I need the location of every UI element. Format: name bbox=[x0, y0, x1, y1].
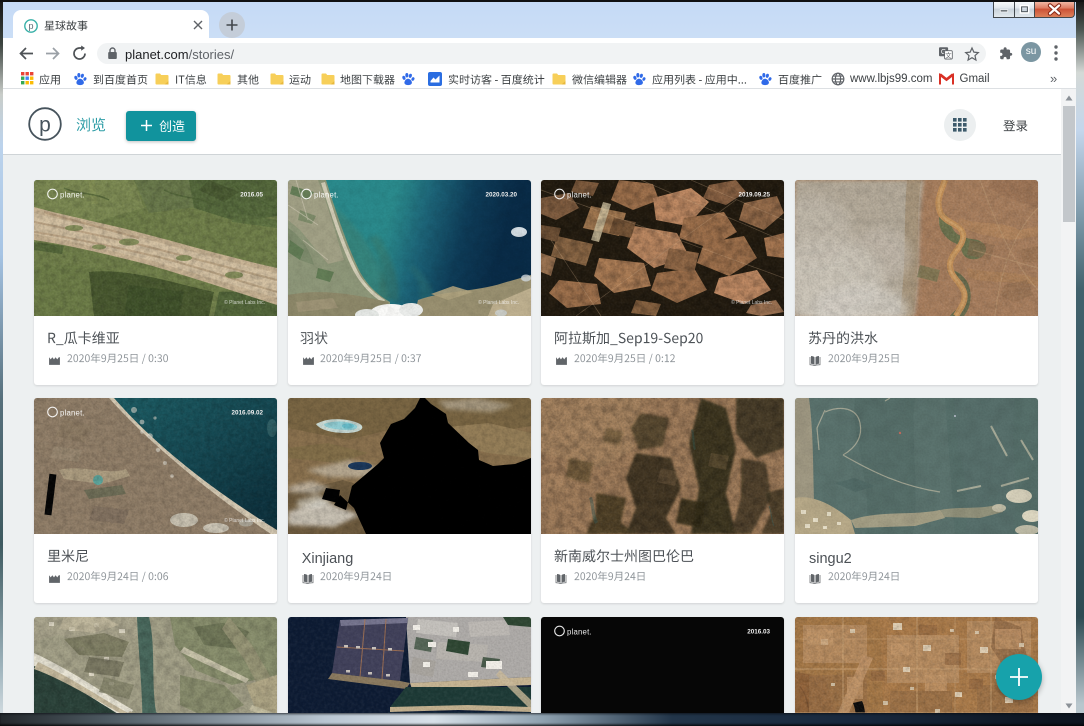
svg-text:p: p bbox=[39, 114, 51, 137]
svg-text:2020.03.20: 2020.03.20 bbox=[485, 192, 517, 199]
svg-text:2019.09.25: 2019.09.25 bbox=[739, 192, 771, 199]
svg-text:planet.: planet. bbox=[60, 409, 85, 418]
svg-text:p: p bbox=[28, 21, 33, 31]
svg-text:2016.09.02: 2016.09.02 bbox=[231, 410, 263, 417]
svg-text:© Planet Labs Inc.: © Planet Labs Inc. bbox=[224, 517, 265, 524]
svg-text:planet.: planet. bbox=[567, 191, 592, 200]
svg-text:© Planet Labs Inc.: © Planet Labs Inc. bbox=[224, 299, 265, 306]
svg-text:© Planet Labs Inc.: © Planet Labs Inc. bbox=[731, 299, 772, 306]
svg-text:planet.: planet. bbox=[60, 191, 85, 200]
svg-text:planet.: planet. bbox=[314, 191, 339, 200]
svg-text:© Planet Labs Inc.: © Planet Labs Inc. bbox=[478, 299, 519, 306]
svg-text:文: 文 bbox=[945, 50, 952, 59]
svg-text:planet.: planet. bbox=[567, 627, 592, 636]
svg-text:2016.05: 2016.05 bbox=[240, 192, 263, 199]
svg-text:2016.03: 2016.03 bbox=[748, 628, 771, 635]
